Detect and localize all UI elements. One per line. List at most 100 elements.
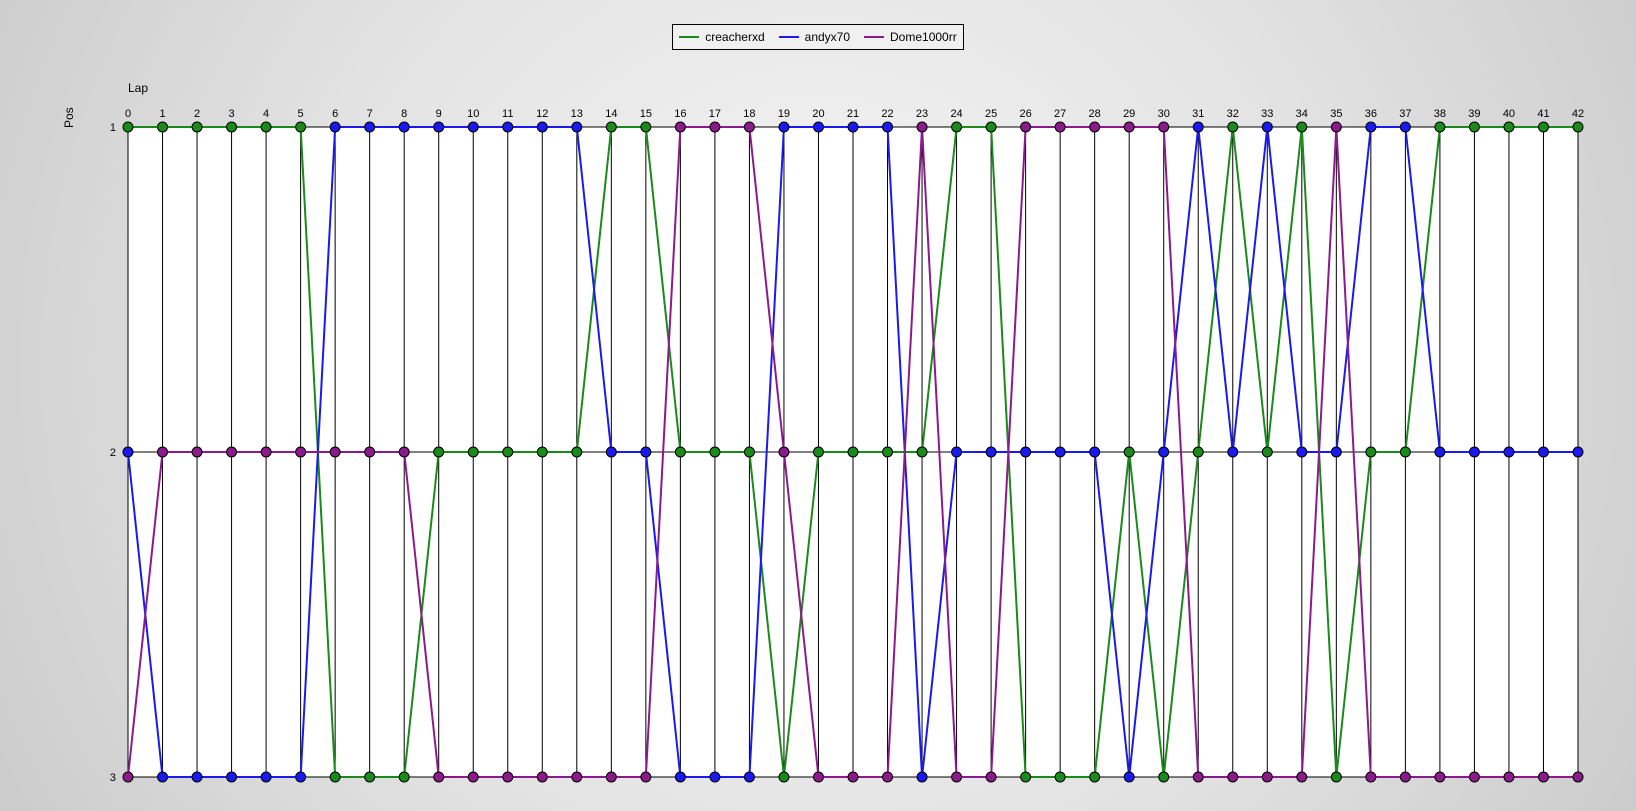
data-point-creacherxd [709,446,721,458]
data-point-Dome1000rr [674,121,686,133]
x-tick-label: 10 [467,108,479,120]
x-tick-label: 35 [1330,108,1342,120]
legend-swatch [679,36,700,38]
data-point-andyx70 [1537,446,1549,458]
data-point-Dome1000rr [743,121,755,133]
x-tick-label: 34 [1296,108,1308,120]
data-point-creacherxd [1365,446,1377,458]
x-tick-label: 1 [159,108,165,120]
data-point-creacherxd [916,446,928,458]
data-point-andyx70 [743,771,755,783]
data-point-Dome1000rr [916,121,928,133]
data-point-andyx70 [1123,771,1135,783]
data-point-Dome1000rr [1330,121,1342,133]
data-point-Dome1000rr [502,771,514,783]
data-point-Dome1000rr [295,446,307,458]
x-tick-label: 37 [1399,108,1411,120]
x-tick-label: 26 [1019,108,1031,120]
data-point-creacherxd [295,121,307,133]
data-point-andyx70 [778,121,790,133]
data-point-creacherxd [1020,771,1032,783]
data-point-andyx70 [226,771,238,783]
x-tick-label: 0 [125,108,131,120]
data-point-andyx70 [1054,446,1066,458]
x-tick-label: 31 [1192,108,1204,120]
x-tick-label: 28 [1089,108,1101,120]
x-tick-label: 13 [571,108,583,120]
data-point-andyx70 [951,446,963,458]
data-point-Dome1000rr [1296,771,1308,783]
data-point-Dome1000rr [882,771,894,783]
x-tick-label: 21 [847,108,859,120]
data-point-creacherxd [1468,121,1480,133]
data-point-andyx70 [1503,446,1515,458]
data-point-andyx70 [1434,446,1446,458]
x-tick-label: 27 [1054,108,1066,120]
legend-item-creacherxd: creacherxd [679,30,765,44]
x-tick-label: 25 [985,108,997,120]
data-point-Dome1000rr [1399,771,1411,783]
data-point-creacherxd [1261,446,1273,458]
data-point-andyx70 [1261,121,1273,133]
data-point-andyx70 [260,771,272,783]
x-tick-label: 39 [1468,108,1480,120]
data-point-creacherxd [1192,446,1204,458]
x-tick-label: 17 [709,108,721,120]
data-point-creacherxd [226,121,238,133]
data-point-Dome1000rr [467,771,479,783]
data-point-creacherxd [157,121,169,133]
data-point-creacherxd [1434,121,1446,133]
data-point-creacherxd [882,446,894,458]
data-point-Dome1000rr [709,121,721,133]
data-point-andyx70 [1089,446,1101,458]
data-point-Dome1000rr [1434,771,1446,783]
data-point-andyx70 [1296,446,1308,458]
chart: 0 1 2 3 4 5 6 7 8 9 10 11 12 13 14 15 16 17 18 19 20 21 22 23 24… [110,108,1584,784]
x-tick-label: 12 [536,108,548,120]
x-tick-label: 23 [916,108,928,120]
data-point-creacherxd [433,446,445,458]
data-point-creacherxd [536,446,548,458]
data-point-Dome1000rr [1468,771,1480,783]
x-tick-label: 30 [1158,108,1170,120]
data-point-creacherxd [812,446,824,458]
data-point-Dome1000rr [1089,121,1101,133]
x-tick-label: 42 [1572,108,1584,120]
data-point-andyx70 [191,771,203,783]
data-point-andyx70 [640,446,652,458]
data-point-creacherxd [122,121,134,133]
data-point-creacherxd [778,771,790,783]
x-tick-label: 41 [1537,108,1549,120]
data-point-creacherxd [605,121,617,133]
data-point-Dome1000rr [398,446,410,458]
data-point-andyx70 [709,771,721,783]
data-point-andyx70 [1227,446,1239,458]
data-point-creacherxd [467,446,479,458]
legend-label: Dome1000rr [890,30,957,44]
data-point-andyx70 [812,121,824,133]
data-point-andyx70 [122,446,134,458]
data-point-Dome1000rr [157,446,169,458]
data-point-andyx70 [1399,121,1411,133]
data-point-Dome1000rr [1365,771,1377,783]
data-point-Dome1000rr [571,771,583,783]
data-point-andyx70 [1158,446,1170,458]
data-point-andyx70 [157,771,169,783]
data-point-Dome1000rr [260,446,272,458]
data-point-creacherxd [743,446,755,458]
x-tick-label: 7 [367,108,373,120]
data-point-creacherxd [674,446,686,458]
data-point-andyx70 [1468,446,1480,458]
data-point-creacherxd [364,771,376,783]
x-axis-title: Lap [128,81,149,95]
data-point-Dome1000rr [122,771,134,783]
data-point-andyx70 [536,121,548,133]
data-point-Dome1000rr [1537,771,1549,783]
data-point-Dome1000rr [1572,771,1584,783]
x-tick-label: 38 [1434,108,1446,120]
data-point-Dome1000rr [1158,121,1170,133]
data-point-andyx70 [329,121,341,133]
data-point-andyx70 [1192,121,1204,133]
x-tick-label: 20 [812,108,824,120]
data-point-andyx70 [674,771,686,783]
